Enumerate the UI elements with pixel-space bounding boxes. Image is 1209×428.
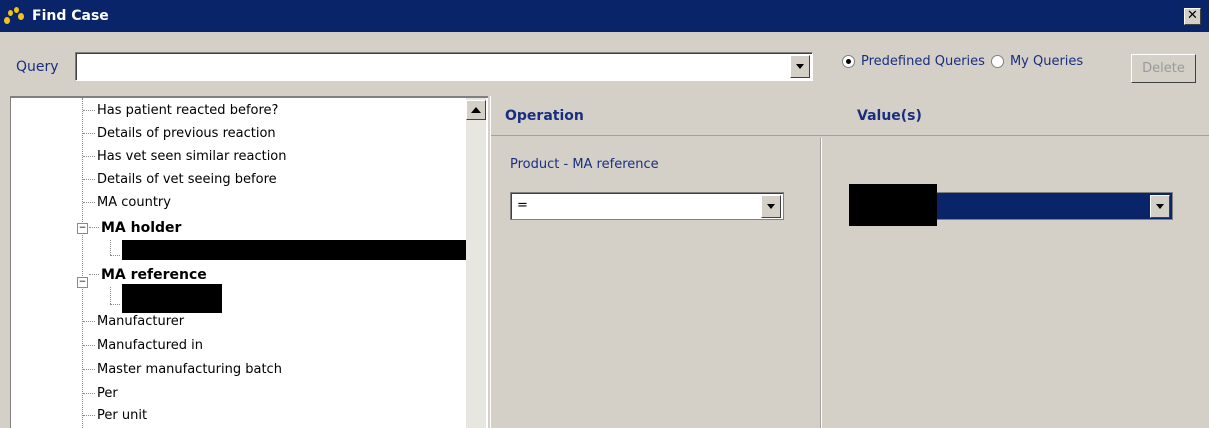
query-label: Query xyxy=(16,59,59,75)
tree-item[interactable]: Manufacturer xyxy=(83,310,184,333)
query-type-radio-group: Predefined Queries My Queries xyxy=(842,54,1089,69)
scroll-up-arrow-icon xyxy=(471,107,481,113)
window-titlebar: Find Case ✕ xyxy=(0,0,1209,32)
window-title: Find Case xyxy=(32,8,109,24)
tree-item[interactable]: MA country xyxy=(83,191,171,214)
query-combobox[interactable] xyxy=(75,52,813,81)
operation-header: Operation xyxy=(505,108,584,124)
predefined-queries-radio[interactable] xyxy=(842,55,855,68)
redacted-value xyxy=(849,184,937,226)
predefined-queries-label[interactable]: Predefined Queries xyxy=(861,54,985,69)
criteria-header: Operation Value(s) xyxy=(491,96,1209,136)
tree-item[interactable]: Per unit xyxy=(83,404,147,427)
criteria-pane: Operation Value(s) Product - MA referenc… xyxy=(490,96,1209,428)
redacted-value xyxy=(122,240,466,260)
field-tree: Has patient reacted before? Details of p… xyxy=(10,96,488,428)
tree-item[interactable]: Details of previous reaction xyxy=(83,122,276,145)
tree-scrollbar[interactable] xyxy=(466,98,486,428)
paw-icon xyxy=(2,4,26,28)
criteria-field-label: Product - MA reference xyxy=(510,157,659,172)
tree-item[interactable]: Has patient reacted before? xyxy=(83,99,278,122)
chevron-down-icon xyxy=(796,64,804,69)
my-queries-radio[interactable] xyxy=(990,55,1004,68)
chevron-down-icon xyxy=(767,204,775,209)
tree-item[interactable]: Per xyxy=(83,382,118,405)
tree-item[interactable]: Details of vet seeing before xyxy=(83,168,277,191)
query-bar: Query Predefined Queries My Queries Dele… xyxy=(0,32,1209,96)
tree-item[interactable]: Manufactured in xyxy=(83,334,203,357)
my-queries-label[interactable]: My Queries xyxy=(1010,54,1083,69)
value-dropdown-button[interactable] xyxy=(1150,195,1170,218)
values-header: Value(s) xyxy=(857,108,922,124)
tree-item[interactable]: Has vet seen similar reaction xyxy=(83,145,287,168)
chevron-down-icon xyxy=(1156,204,1164,209)
operation-value: = xyxy=(517,198,528,213)
close-button[interactable]: ✕ xyxy=(1184,8,1201,25)
query-dropdown-button[interactable] xyxy=(790,55,810,78)
tree-item[interactable]: Master manufacturing batch xyxy=(83,358,282,381)
tree-node-ma-reference[interactable]: MA reference xyxy=(83,263,207,286)
delete-button[interactable]: Delete xyxy=(1131,54,1196,83)
redacted-value xyxy=(122,284,222,313)
scroll-up-button[interactable] xyxy=(466,100,486,120)
tree-node-ma-holder[interactable]: MA holder xyxy=(83,216,181,239)
operation-dropdown-button[interactable] xyxy=(761,195,781,218)
close-icon: ✕ xyxy=(1187,8,1198,23)
operation-combobox[interactable]: = xyxy=(510,192,784,220)
